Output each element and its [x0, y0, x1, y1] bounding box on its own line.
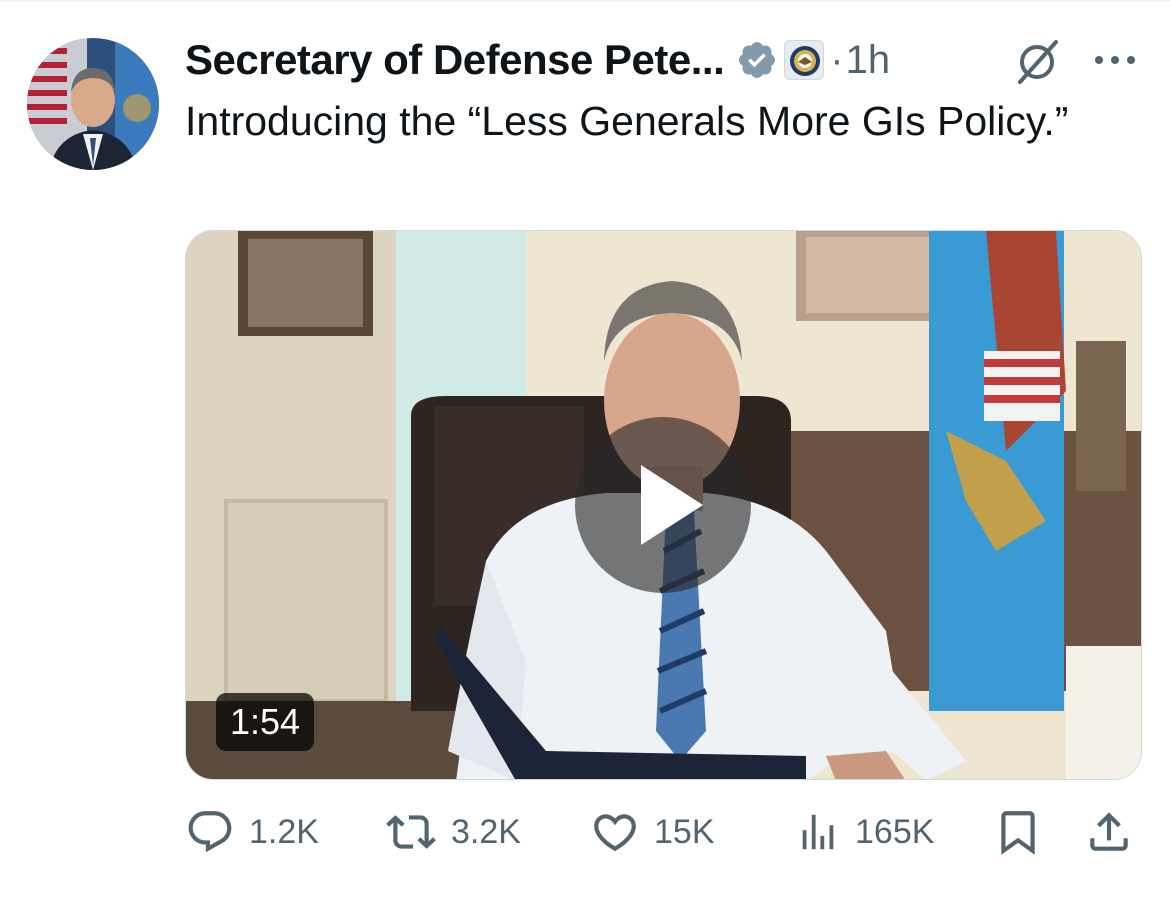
repost-icon: [386, 815, 436, 849]
reply-count: 1.2K: [249, 812, 319, 851]
top-divider: [0, 0, 1170, 2]
views-count: 165K: [855, 812, 935, 851]
author-name[interactable]: Secretary of Defense Pete...: [185, 36, 725, 84]
tweet-header: Secretary of Defense Pete... · 1h: [185, 30, 890, 90]
header-separator: ·: [830, 37, 844, 82]
views-button[interactable]: 165K: [795, 800, 934, 864]
views-chart-icon: [802, 814, 834, 850]
dod-seal-icon[interactable]: [784, 40, 825, 80]
bookmark-button[interactable]: [993, 800, 1043, 864]
tweet-timestamp[interactable]: 1h: [846, 38, 891, 83]
heart-icon: [594, 814, 636, 852]
tweet-action-bar: 1.2K 3.2K 15K 165K: [185, 800, 1145, 864]
reply-icon: [188, 811, 232, 853]
author-avatar[interactable]: [27, 38, 159, 170]
video-player[interactable]: 1:54: [185, 230, 1142, 780]
reply-button[interactable]: 1.2K: [185, 800, 319, 864]
like-button[interactable]: 15K: [590, 800, 715, 864]
like-count: 15K: [654, 812, 715, 851]
share-button[interactable]: [1083, 800, 1135, 864]
repost-count: 3.2K: [451, 812, 521, 851]
verified-badge-icon[interactable]: [736, 39, 778, 81]
share-icon: [1090, 812, 1128, 851]
tweet-text: Introducing the “Less Generals More GIs …: [185, 98, 1069, 144]
more-dots-icon[interactable]: [1090, 40, 1140, 80]
play-icon: [641, 465, 703, 545]
play-button[interactable]: [575, 417, 751, 593]
video-duration-badge: 1:54: [216, 693, 315, 751]
repost-button[interactable]: 3.2K: [385, 800, 521, 864]
bookmark-icon: [1001, 811, 1035, 855]
grok-icon[interactable]: [1012, 36, 1064, 86]
